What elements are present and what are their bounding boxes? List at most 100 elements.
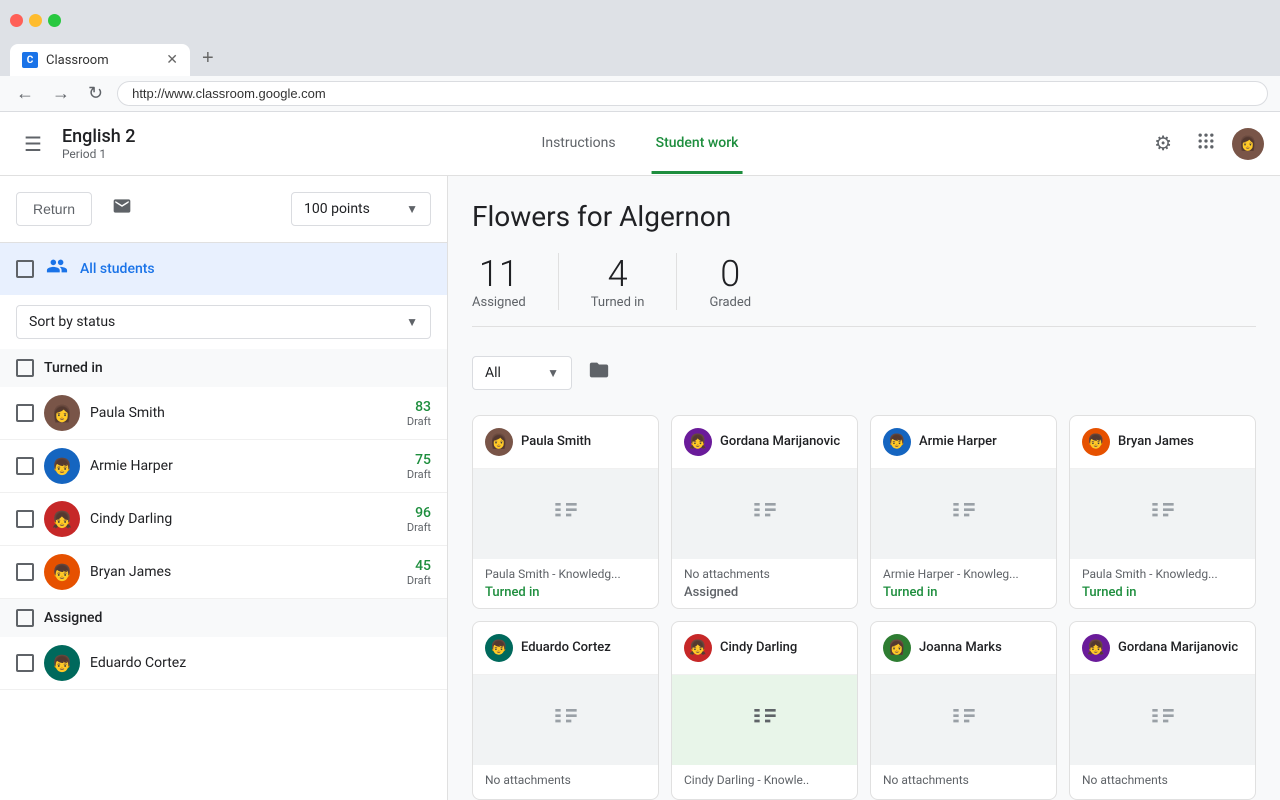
points-selector[interactable]: 100 points ▼: [291, 192, 431, 226]
attachment-icon: [550, 701, 582, 740]
card-student-name: Cindy Darling: [720, 640, 797, 657]
tab-instructions[interactable]: Instructions: [538, 113, 620, 174]
student-card-bryan-james[interactable]: 👦 Bryan James Paula Smith - Knowledg... …: [1069, 415, 1256, 609]
forward-button[interactable]: →: [48, 79, 74, 108]
attachment-icon: [749, 701, 781, 740]
card-avatar: 👧: [684, 428, 712, 456]
browser-address-bar: ← → ↻: [0, 76, 1280, 112]
right-panel: Flowers for Algernon 11 Assigned 4 Turne…: [448, 176, 1280, 800]
new-tab-button[interactable]: +: [194, 43, 222, 74]
section-turned-in-header: Turned in: [0, 349, 447, 387]
card-footer: Paula Smith - Knowledg... Turned in: [1070, 559, 1255, 608]
card-footer: No attachments: [473, 765, 658, 799]
section-assigned-checkbox[interactable]: [16, 609, 34, 627]
menu-icon[interactable]: ☰: [16, 124, 50, 164]
tab-close-button[interactable]: ✕: [166, 52, 178, 68]
assignment-title: Flowers for Algernon: [472, 200, 1256, 233]
app-header: ☰ English 2 Period 1 Instructions Studen…: [0, 112, 1280, 176]
student-item-eduardo-cortez[interactable]: 👦 Eduardo Cortez: [0, 637, 447, 690]
card-file-name: No attachments: [684, 567, 845, 581]
tab-title: Classroom: [46, 53, 109, 68]
user-avatar[interactable]: 👩: [1232, 128, 1264, 160]
all-students-label: All students: [80, 261, 155, 277]
folder-button[interactable]: [580, 351, 618, 395]
left-panel: Return 100 points ▼ All students S: [0, 176, 448, 800]
grade-label: Draft: [407, 468, 431, 481]
student-name: Armie Harper: [90, 458, 397, 474]
student-name: Eduardo Cortez: [90, 655, 421, 671]
card-file-name: Armie Harper - Knowleg...: [883, 567, 1044, 581]
card-status: Turned in: [1082, 585, 1243, 600]
student-checkbox[interactable]: [16, 563, 34, 581]
return-button[interactable]: Return: [16, 192, 92, 226]
filter-label: All: [485, 365, 501, 381]
student-avatar: 👦: [44, 448, 80, 484]
tab-student-work[interactable]: Student work: [652, 113, 743, 174]
card-footer: Paula Smith - Knowledg... Turned in: [473, 559, 658, 608]
minimize-window-button[interactable]: [29, 14, 42, 27]
card-student-name: Bryan James: [1118, 434, 1194, 451]
student-checkbox[interactable]: [16, 404, 34, 422]
sort-selector[interactable]: Sort by status ▼: [16, 305, 431, 339]
section-assigned-title: Assigned: [44, 610, 102, 626]
settings-button[interactable]: ⚙: [1146, 123, 1180, 164]
close-window-button[interactable]: [10, 14, 23, 27]
attachment-icon: [948, 701, 980, 740]
filter-dropdown-arrow: ▼: [547, 366, 559, 380]
card-avatar: 👧: [1082, 634, 1110, 662]
section-turned-in-checkbox[interactable]: [16, 359, 34, 377]
card-status: Assigned: [684, 585, 845, 600]
filter-row: All ▼: [472, 351, 1256, 395]
mail-button[interactable]: [104, 188, 140, 230]
card-file-name: No attachments: [1082, 773, 1243, 787]
student-card-eduardo-cortez[interactable]: 👦 Eduardo Cortez No attachments: [472, 621, 659, 800]
student-card-cindy-darling[interactable]: 👧 Cindy Darling Cindy Darling - Knowle..: [671, 621, 858, 800]
student-item-paula-smith[interactable]: 👩 Paula Smith 83 Draft: [0, 387, 447, 440]
student-avatar: 👧: [44, 501, 80, 537]
card-attachment: [871, 469, 1056, 559]
main-layout: Return 100 points ▼ All students S: [0, 176, 1280, 800]
browser-chrome: [0, 0, 1280, 40]
grade-number: 96: [407, 505, 431, 521]
apps-button[interactable]: [1188, 123, 1224, 165]
student-item-cindy-darling[interactable]: 👧 Cindy Darling 96 Draft: [0, 493, 447, 546]
back-button[interactable]: ←: [12, 79, 38, 108]
student-checkbox[interactable]: [16, 654, 34, 672]
app-title-block: English 2 Period 1: [62, 126, 136, 161]
browser-tab[interactable]: C Classroom ✕: [10, 44, 190, 76]
student-name: Paula Smith: [90, 405, 397, 421]
card-student-name: Gordana Marijanovic: [1118, 640, 1238, 657]
student-card-armie-harper[interactable]: 👦 Armie Harper Armie Harper - Knowleg...…: [870, 415, 1057, 609]
card-avatar: 👦: [883, 428, 911, 456]
reload-button[interactable]: ↻: [84, 79, 107, 108]
card-header: 👧 Cindy Darling: [672, 622, 857, 675]
card-attachment: [672, 469, 857, 559]
header-tabs: Instructions Student work: [538, 113, 743, 174]
address-input[interactable]: [117, 81, 1268, 106]
student-item-armie-harper[interactable]: 👦 Armie Harper 75 Draft: [0, 440, 447, 493]
card-status: Turned in: [485, 585, 646, 600]
attachment-icon: [1147, 495, 1179, 534]
left-panel-toolbar: Return 100 points ▼: [0, 176, 447, 243]
student-card-joanna-marks[interactable]: 👩 Joanna Marks No attachments: [870, 621, 1057, 800]
student-card-gordana-2[interactable]: 👧 Gordana Marijanovic No attachments: [1069, 621, 1256, 800]
card-avatar: 👦: [1082, 428, 1110, 456]
grade-label: Draft: [407, 521, 431, 534]
card-file-name: Paula Smith - Knowledg...: [1082, 567, 1243, 581]
grade-label: Draft: [407, 574, 431, 587]
card-student-name: Paula Smith: [521, 434, 591, 451]
maximize-window-button[interactable]: [48, 14, 61, 27]
student-item-bryan-james[interactable]: 👦 Bryan James 45 Draft: [0, 546, 447, 599]
student-checkbox[interactable]: [16, 457, 34, 475]
card-attachment: [473, 469, 658, 559]
header-actions: ⚙ 👩: [1146, 123, 1264, 165]
tab-favicon: C: [22, 52, 38, 68]
card-header: 👧 Gordana Marijanovic: [1070, 622, 1255, 675]
all-students-checkbox[interactable]: [16, 260, 34, 278]
all-students-row[interactable]: All students: [0, 243, 447, 295]
student-grade: 96 Draft: [407, 505, 431, 534]
student-checkbox[interactable]: [16, 510, 34, 528]
student-card-paula-smith[interactable]: 👩 Paula Smith Paula Smith - Knowledg... …: [472, 415, 659, 609]
student-card-gordana[interactable]: 👧 Gordana Marijanovic No attachments Ass…: [671, 415, 858, 609]
filter-selector[interactable]: All ▼: [472, 356, 572, 390]
